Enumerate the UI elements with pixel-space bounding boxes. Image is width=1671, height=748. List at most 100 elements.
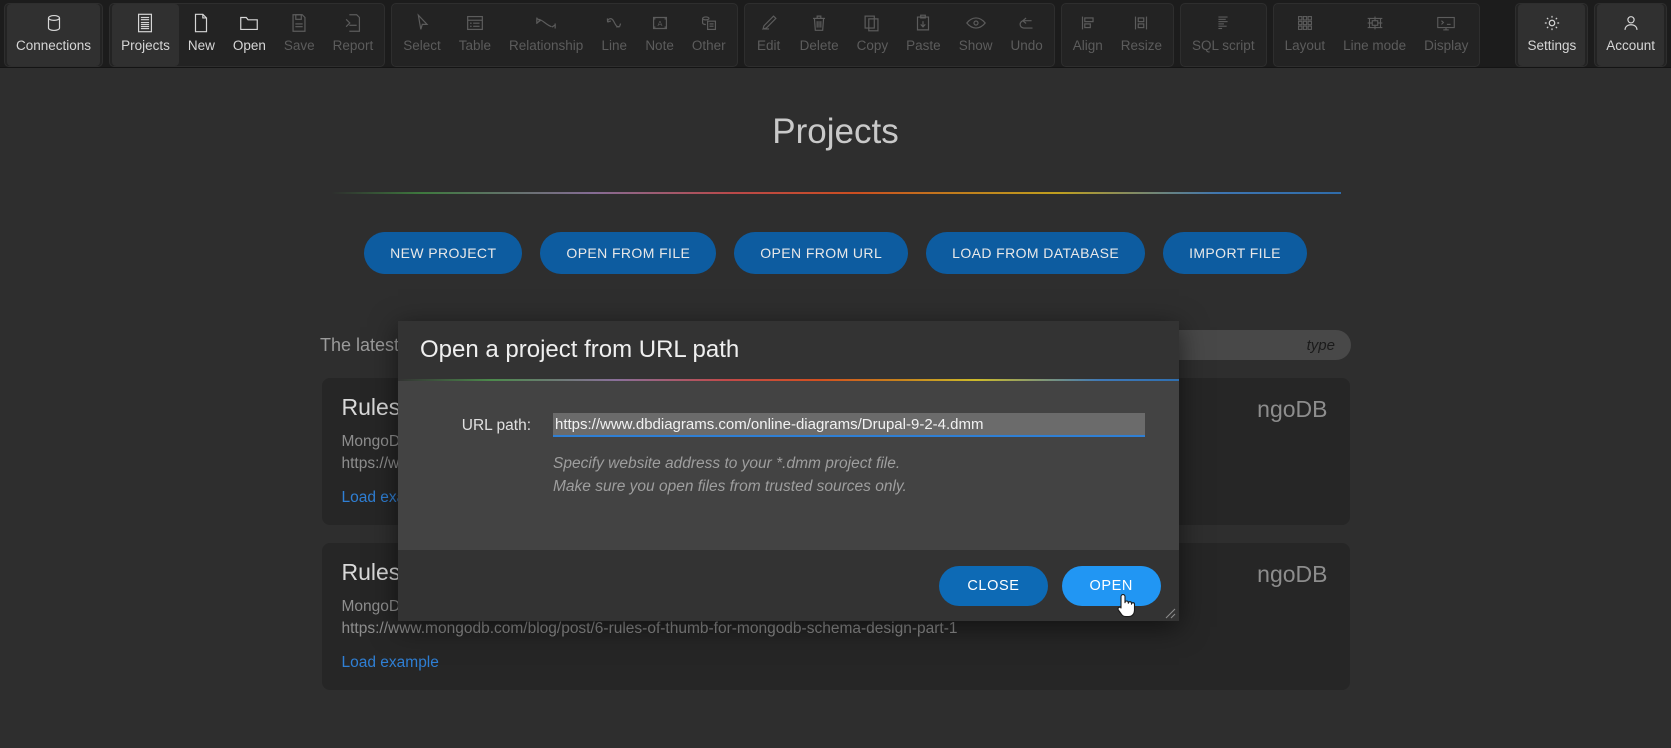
save-icon [289,10,309,36]
toolbar-button-align[interactable]: Align [1064,4,1112,66]
projects-icon [135,10,155,36]
project-card-badge: ngoDB [1257,561,1328,587]
toolbar-button-connections[interactable]: Connections [7,4,101,66]
open-button[interactable]: OPEN [1061,565,1161,606]
project-actions-row: NEW PROJECT OPEN FROM FILE OPEN FROM URL… [0,232,1671,274]
toolbar-label: Report [332,38,374,53]
toolbar-button-line[interactable]: Line [592,4,636,66]
toolbar-button-select[interactable]: Select [394,4,450,66]
url-input-wrapper: Specify website address to your *.dmm pr… [553,413,1145,497]
url-field-row: URL path: Specify website address to you… [398,413,1145,497]
gear-icon [1541,10,1563,36]
toolbar-button-note[interactable]: A Note [636,4,683,66]
main-toolbar: Connections Projects New Open Save Repor… [0,0,1671,68]
url-path-label: URL path: [461,417,531,434]
toolbar-label: Note [645,38,674,53]
url-path-input[interactable] [553,413,1145,437]
close-button[interactable]: CLOSE [939,565,1048,606]
toolbar-label: Show [958,38,993,53]
toolbar-button-open[interactable]: Open [224,4,275,66]
display-monitor-icon [1434,10,1458,36]
load-from-database-button[interactable]: LOAD FROM DATABASE [926,232,1146,274]
toolbar-label: Table [458,38,492,53]
toolbar-label: Projects [121,38,170,53]
dialog-hint-line1: Specify website address to your *.dmm pr… [553,455,901,472]
toolbar-button-display[interactable]: Display [1415,4,1477,66]
toolbar-button-new[interactable]: New [179,4,224,66]
line-icon [603,10,625,36]
toolbar-button-delete[interactable]: Delete [791,4,848,66]
toolbar-label: Layout [1284,38,1326,53]
trash-icon [808,10,830,36]
rainbow-divider [330,192,1341,194]
toolbar-button-show[interactable]: Show [950,4,1002,66]
folder-open-icon [238,10,260,36]
toolbar-label: Copy [856,38,889,53]
cursor-arrow-icon [412,10,432,36]
copy-icon [861,10,883,36]
note-icon: A [649,10,671,36]
toolbar-label: Delete [799,38,839,53]
undo-arrow-icon [1016,10,1038,36]
relationship-icon [533,10,559,36]
page-title: Projects [772,112,899,151]
resize-icon [1130,10,1152,36]
load-example-link[interactable]: Load example [342,654,439,672]
svg-text:A: A [657,19,662,28]
toolbar-button-layout[interactable]: Layout [1276,4,1335,66]
toolbar-button-account[interactable]: Account [1597,4,1664,66]
dialog-body: URL path: Specify website address to you… [398,381,1179,550]
toolbar-button-report[interactable]: Report [324,4,383,66]
toolbar-label: SQL script [1192,38,1255,53]
toolbar-label: Resize [1120,38,1163,53]
toolbar-label: Line [601,38,628,53]
import-file-button[interactable]: IMPORT FILE [1163,232,1307,274]
toolbar-group-settings: Settings [1515,3,1589,67]
toolbar-button-projects[interactable]: Projects [112,4,179,66]
toolbar-button-copy[interactable]: Copy [848,4,898,66]
pencil-icon [758,10,780,36]
dialog-header: Open a project from URL path [398,321,1179,379]
layout-grid-icon [1294,10,1316,36]
toolbar-button-resize[interactable]: Resize [1112,4,1171,66]
dialog-title: Open a project from URL path [420,336,740,363]
project-card-badge: ngoDB [1257,396,1328,422]
table-icon [464,10,486,36]
sql-script-icon [1212,10,1234,36]
toolbar-button-undo[interactable]: Undo [1001,4,1051,66]
toolbar-button-relationship[interactable]: Relationship [500,4,592,66]
toolbar-label: Save [283,38,315,53]
open-from-url-button[interactable]: OPEN FROM URL [734,232,909,274]
new-project-button[interactable]: NEW PROJECT [364,232,523,274]
toolbar-button-save[interactable]: Save [275,4,324,66]
toolbar-group-arrange: Align Resize [1060,3,1175,67]
resize-grip[interactable] [1162,605,1176,619]
toolbar-button-paste[interactable]: Paste [897,4,950,66]
report-icon [343,10,363,36]
paste-icon [912,10,934,36]
toolbar-label: Edit [756,38,781,53]
latest-label: The latest [320,334,400,355]
toolbar-label: New [187,38,215,53]
dialog-footer: CLOSE OPEN [398,550,1179,621]
toolbar-button-settings[interactable]: Settings [1518,4,1586,66]
toolbar-button-other[interactable]: Other [683,4,735,66]
toolbar-button-table[interactable]: Table [450,4,500,66]
person-icon [1620,10,1642,36]
toolbar-group-edit: Edit Delete Copy Paste Show Undo [743,3,1055,67]
toolbar-label: Line mode [1343,38,1407,53]
toolbar-label: Open [232,38,266,53]
toolbar-button-edit[interactable]: Edit [747,4,791,66]
toolbar-button-line-mode[interactable]: Line mode [1334,4,1415,66]
toolbar-label: Undo [1010,38,1043,53]
open-from-file-button[interactable]: OPEN FROM FILE [540,232,717,274]
toolbar-group-file: Projects New Open Save Report [109,3,386,67]
toolbar-label: Paste [906,38,941,53]
toolbar-label: Settings [1527,38,1577,53]
filter-placeholder-text: type [1306,336,1335,354]
toolbar-label: Display [1424,38,1469,53]
toolbar-label: Other [691,38,726,53]
toolbar-group-connections: Connections [4,3,104,67]
toolbar-button-sql-script[interactable]: SQL script [1183,4,1264,66]
